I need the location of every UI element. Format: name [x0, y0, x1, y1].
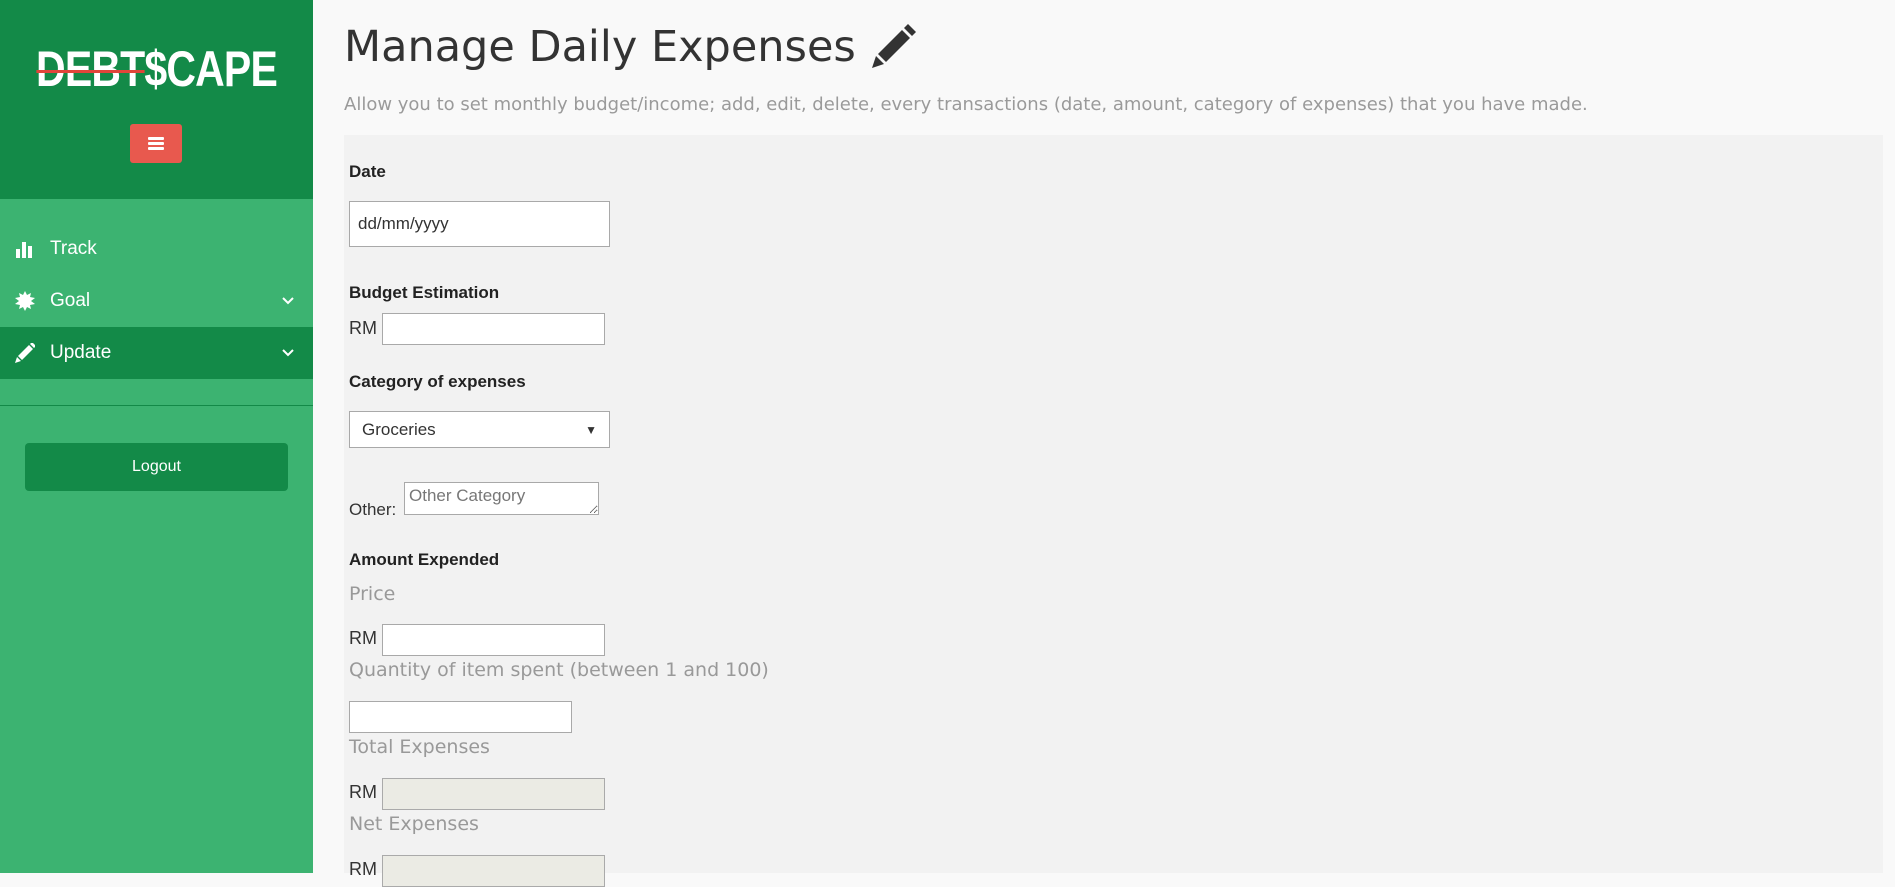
category-label: Category of expenses [349, 372, 526, 391]
category-select[interactable]: Groceries ▼ [349, 411, 610, 448]
amount-expended-label: Amount Expended [349, 550, 500, 569]
sidebar: DEBT$CAPE Track Goal Update Logout [0, 0, 313, 873]
total-expenses-label: Total Expenses [349, 736, 490, 758]
budget-label: Budget Estimation [349, 283, 500, 302]
pencil-icon [0, 343, 50, 363]
certificate-icon [0, 291, 50, 311]
chevron-down-icon [263, 349, 313, 357]
other-label: Other: [349, 500, 397, 519]
dropdown-arrow-icon: ▼ [585, 422, 597, 437]
price-currency: RM [349, 628, 377, 648]
pencil-icon [870, 24, 916, 70]
price-input[interactable] [382, 624, 605, 656]
price-label: Price [349, 583, 396, 605]
budget-input[interactable] [382, 313, 605, 345]
total-expenses-field [382, 778, 605, 810]
category-select-value: Groceries [362, 419, 436, 439]
sidebar-item-label: Goal [50, 290, 91, 311]
page-description: Allow you to set monthly budget/income; … [344, 94, 1588, 115]
hamburger-icon [148, 137, 164, 150]
bar-chart-icon [0, 240, 50, 258]
main-content: Manage Daily Expenses Allow you to set m… [313, 0, 1895, 887]
total-currency: RM [349, 782, 377, 802]
expense-form: Date dd/mm/yyyy Budget Estimation RM Cat… [344, 135, 1883, 887]
logo-strike: DEBT [36, 41, 145, 97]
page-title: Manage Daily Expenses [344, 22, 916, 72]
sidebar-item-label: Track [50, 238, 97, 259]
sidebar-divider [0, 405, 313, 406]
logo: DEBT$CAPE [36, 41, 278, 97]
quantity-label: Quantity of item spent (between 1 and 10… [349, 659, 769, 681]
sidebar-item-label: Update [50, 342, 112, 363]
date-label: Date [349, 162, 386, 181]
page-title-text: Manage Daily Expenses [344, 22, 856, 72]
net-expenses-label: Net Expenses [349, 813, 479, 835]
sidebar-item-goal[interactable]: Goal [0, 275, 313, 327]
date-input-value: dd/mm/yyyy [358, 214, 449, 233]
sidebar-item-update[interactable]: Update [0, 327, 313, 379]
brand-area: DEBT$CAPE [0, 0, 313, 199]
other-category-textarea[interactable] [404, 482, 599, 515]
quantity-input[interactable] [349, 701, 572, 733]
budget-currency: RM [349, 318, 377, 338]
chevron-down-icon [263, 297, 313, 305]
menu-toggle-button[interactable] [130, 124, 182, 163]
sidebar-item-track[interactable]: Track [0, 223, 313, 275]
net-expenses-field [382, 855, 605, 887]
logout-button[interactable]: Logout [25, 443, 288, 491]
net-currency: RM [349, 859, 377, 879]
date-input[interactable]: dd/mm/yyyy [349, 201, 610, 247]
